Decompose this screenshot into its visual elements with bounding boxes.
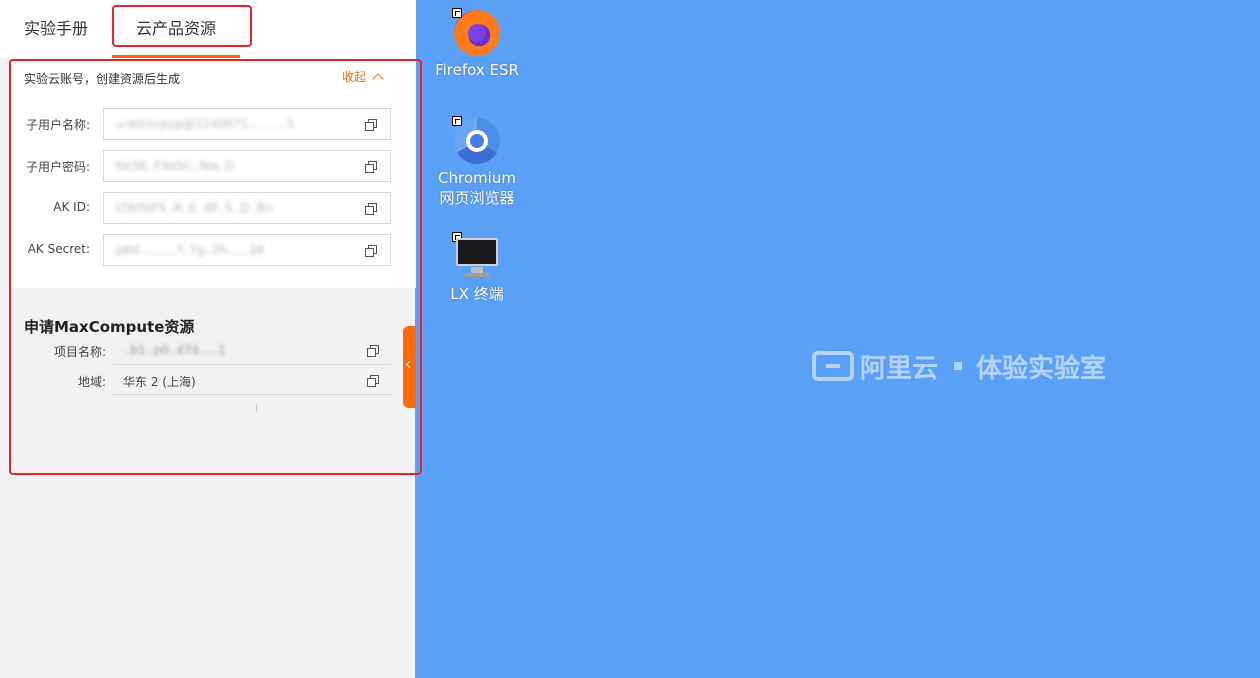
desktop-icon-label: Firefox ESR [435, 61, 519, 79]
tab-lab-manual[interactable]: 实验手册 [24, 0, 88, 58]
highlight-box-content [9, 59, 422, 475]
desktop-icon-label: Chromium 网页浏览器 [422, 168, 532, 208]
aliyun-logo-icon [812, 351, 854, 381]
desktop-icon-terminal[interactable]: LX 终端 [422, 232, 532, 304]
desktop-icon-label-line1: Chromium [438, 169, 516, 187]
desktop-icon-label: LX 终端 [450, 285, 504, 303]
desktop-icon-label-line2: 网页浏览器 [439, 189, 515, 207]
shortcut-arrow-icon [452, 8, 462, 18]
separator-dot [954, 362, 963, 370]
terminal-icon [452, 232, 500, 280]
highlight-box-tab [112, 5, 252, 47]
chromium-icon [452, 116, 500, 164]
shortcut-arrow-icon [452, 116, 462, 126]
aliyun-lab-watermark: 阿里云 体验实验室 [812, 346, 1106, 386]
firefox-icon [452, 8, 500, 56]
watermark-brand: 阿里云 [860, 353, 939, 384]
desktop-icon-chromium[interactable]: Chromium 网页浏览器 [422, 116, 532, 208]
desktop-icon-firefox[interactable]: Firefox ESR [422, 8, 532, 80]
watermark-text: 体验实验室 [976, 353, 1107, 384]
